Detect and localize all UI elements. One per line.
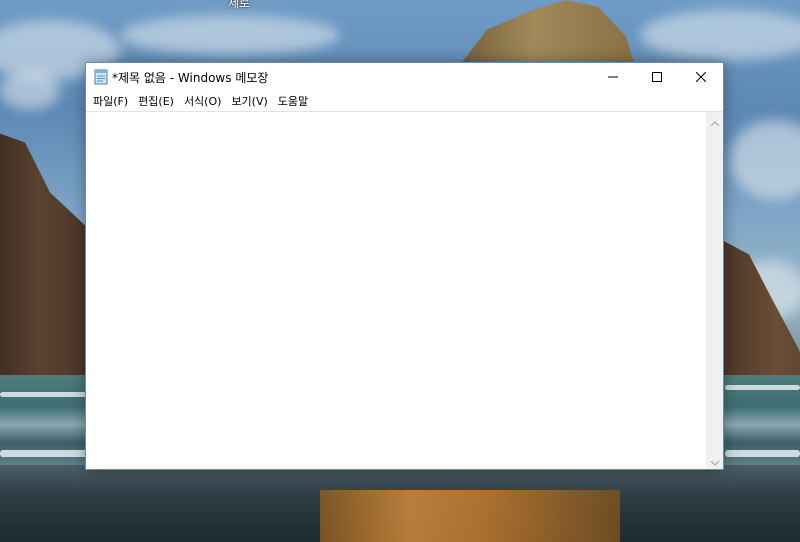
rock-formation-left xyxy=(0,130,90,380)
menu-help[interactable]: 도움말 xyxy=(274,91,314,111)
chevron-down-icon xyxy=(710,451,719,470)
desktop-item-label: 제로 xyxy=(228,0,251,10)
surf-line xyxy=(725,450,800,457)
rock-formation-top xyxy=(459,0,635,66)
cloud xyxy=(640,10,800,60)
surf-line xyxy=(0,450,90,457)
close-icon xyxy=(696,72,706,82)
text-editor[interactable] xyxy=(86,112,706,469)
menu-bar: 파일(F) 편집(E) 서식(O) 보기(V) 도움말 xyxy=(86,91,723,111)
menu-format[interactable]: 서식(O) xyxy=(180,91,227,111)
maximize-button[interactable] xyxy=(635,63,679,91)
minimize-icon xyxy=(608,72,618,82)
close-button[interactable] xyxy=(679,63,723,91)
maximize-icon xyxy=(652,72,662,82)
minimize-button[interactable] xyxy=(591,63,635,91)
surf-line xyxy=(725,385,800,390)
desktop-background: 제로 *제목 없음 - Windows 메모장 파일(F) 편집(E) 서식(O… xyxy=(0,0,800,542)
title-bar[interactable]: *제목 없음 - Windows 메모장 xyxy=(86,63,723,91)
scroll-up-button[interactable] xyxy=(706,112,723,129)
window-title: *제목 없음 - Windows 메모장 xyxy=(112,70,269,85)
surf-line xyxy=(0,392,90,397)
cloud xyxy=(120,15,340,55)
cloud xyxy=(0,70,60,110)
notepad-icon[interactable] xyxy=(94,69,108,85)
scroll-down-button[interactable] xyxy=(706,452,723,469)
cloud xyxy=(730,120,800,200)
notepad-window[interactable]: *제목 없음 - Windows 메모장 파일(F) 편집(E) 서식(O) 보… xyxy=(85,62,724,470)
vertical-scrollbar[interactable] xyxy=(706,112,723,469)
chevron-up-icon xyxy=(710,111,719,130)
beach-reflection xyxy=(320,490,620,542)
window-controls xyxy=(591,63,723,91)
menu-file[interactable]: 파일(F) xyxy=(89,91,134,111)
menu-view[interactable]: 보기(V) xyxy=(227,91,273,111)
menu-edit[interactable]: 편집(E) xyxy=(134,91,180,111)
editor-area xyxy=(86,111,723,469)
